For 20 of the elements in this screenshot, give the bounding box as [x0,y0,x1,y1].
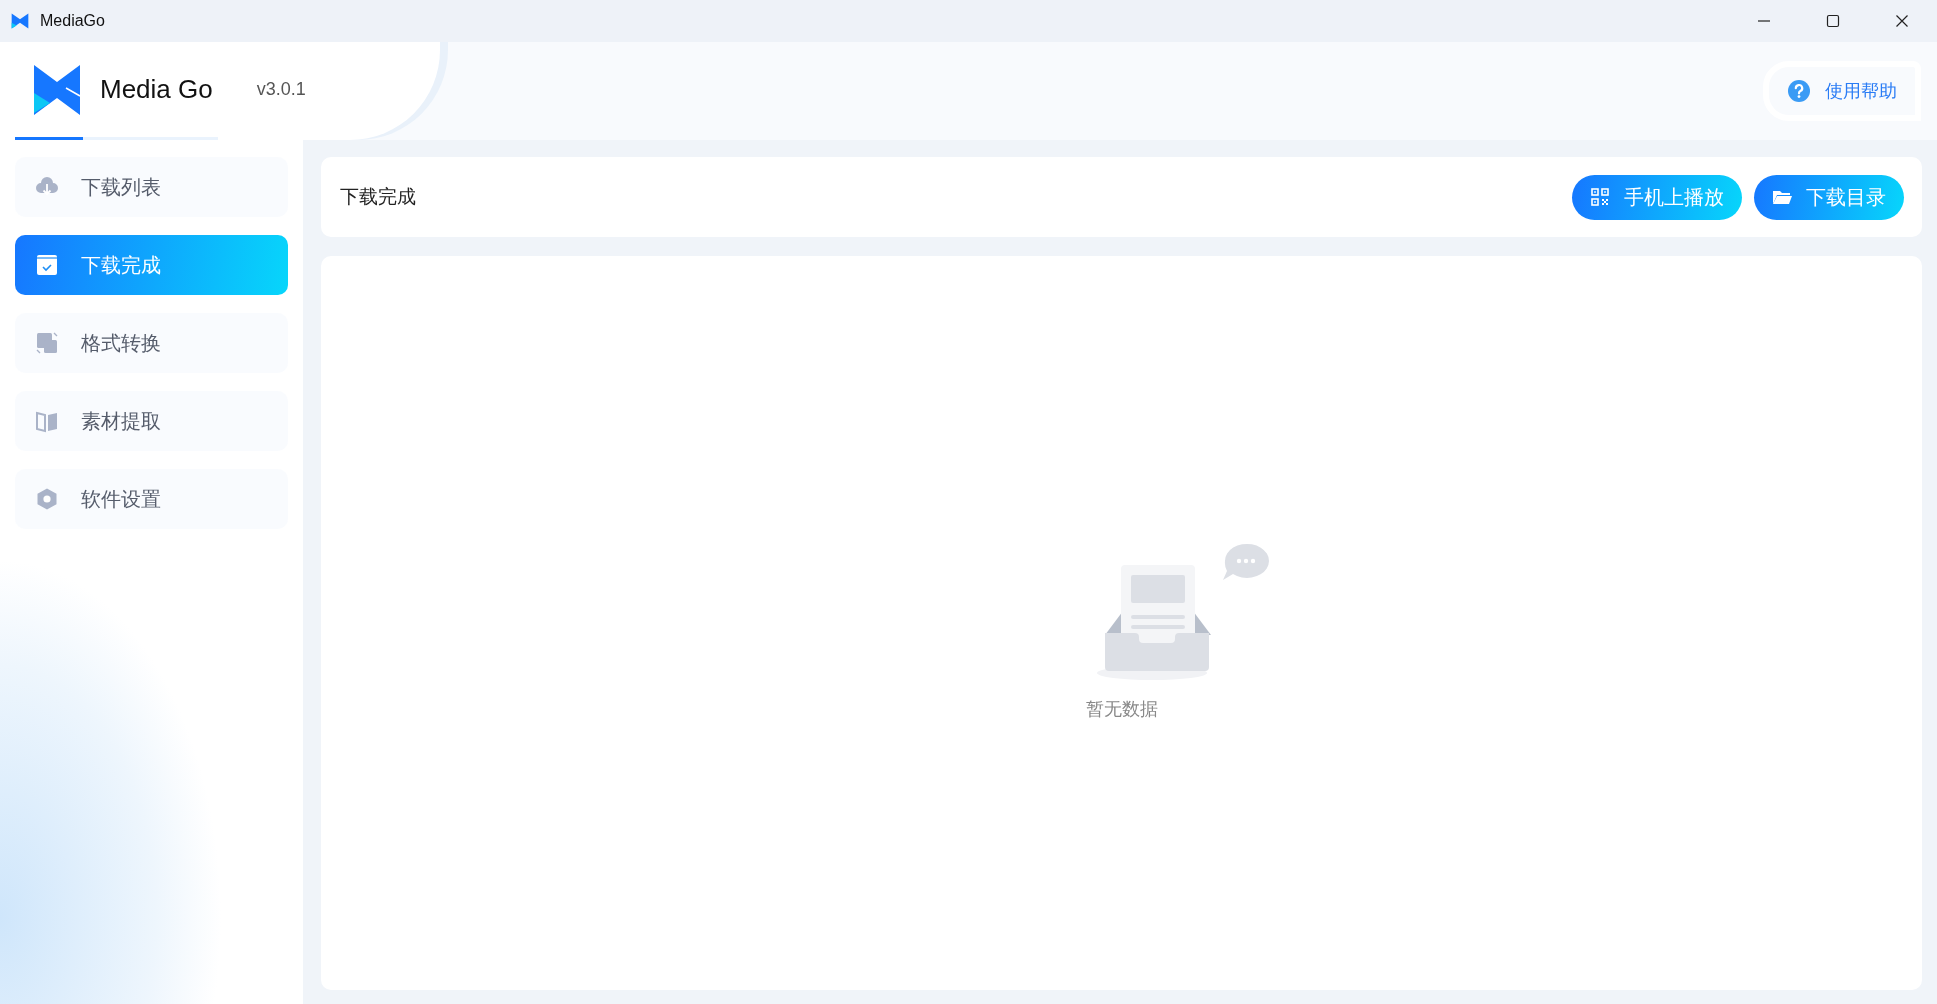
calendar-check-icon [35,253,59,277]
qr-code-icon [1590,187,1610,207]
app-name: Media Go [100,74,213,105]
help-button[interactable]: 使用帮助 [1763,61,1921,121]
version-label: v3.0.1 [256,79,306,100]
window-title: MediaGo [40,12,105,30]
sidebar-item[interactable]: 素材提取 [15,391,288,451]
empty-message: 暂无数据 [1085,698,1158,721]
help-icon [1787,79,1811,103]
book-icon [35,409,59,433]
page-title: 下载完成 [340,185,416,209]
settings-icon [35,487,59,511]
sidebar-item[interactable]: 下载列表 [15,157,288,217]
maximize-icon[interactable] [1825,13,1841,29]
app-logo-icon [10,11,30,31]
sidebar-item[interactable]: 格式转换 [15,313,288,373]
convert-icon [35,331,59,355]
sidebar-item[interactable]: 软件设置 [15,469,288,529]
app-logo-icon [32,64,82,115]
close-icon[interactable] [1894,13,1910,29]
